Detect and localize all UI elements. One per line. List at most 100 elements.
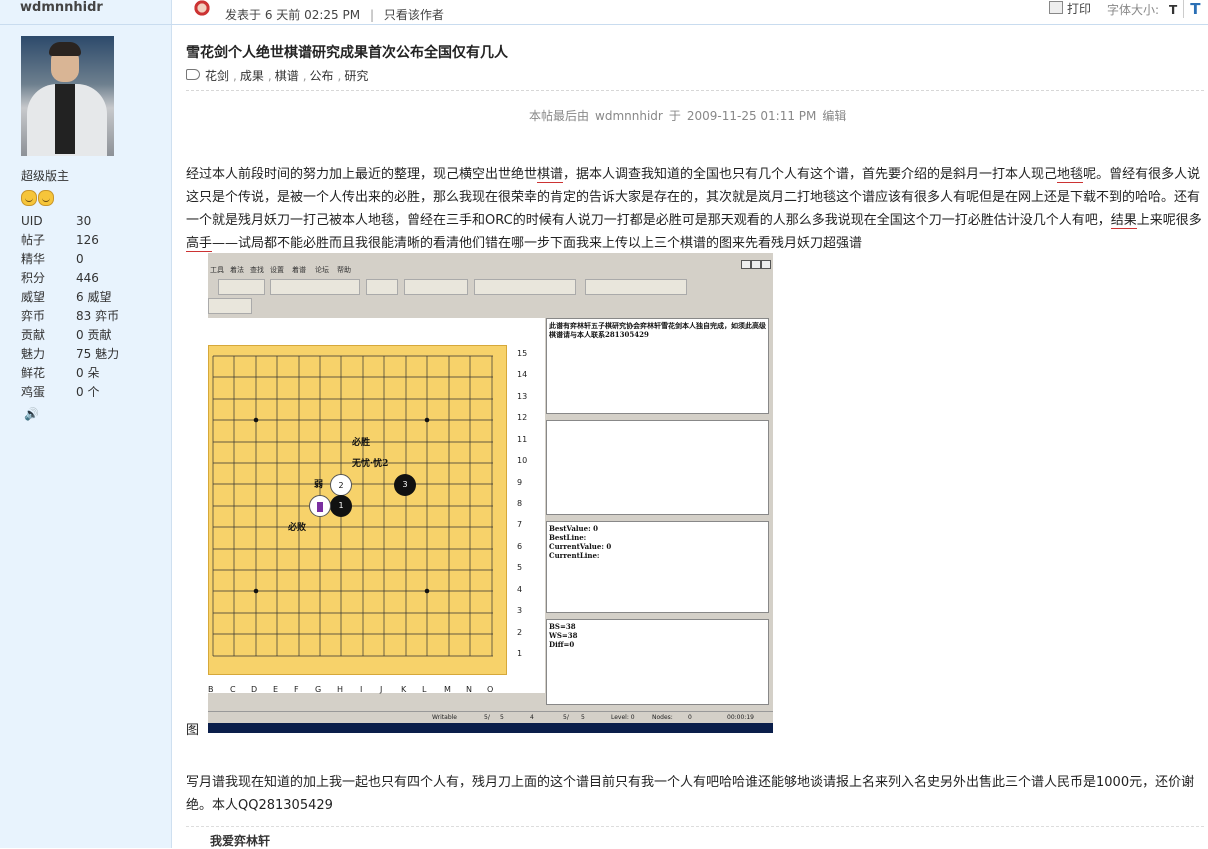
stat-row: 威望 6 威望 (21, 288, 119, 307)
status-field: 0 (688, 714, 692, 721)
row-number: 8 (517, 499, 523, 508)
keyword-link[interactable]: 高手 (186, 236, 213, 252)
column-letter: F (294, 685, 299, 694)
column-letter: L (422, 685, 427, 694)
status-field: Level: 0 (611, 714, 635, 721)
body-text: ——试局都不能必胜而且我很能清晰的看清他们错在哪一步下面我来上传以上三个棋谱的图… (212, 236, 863, 251)
board-grid (212, 355, 493, 657)
row-number: 5 (517, 563, 523, 572)
font-small-button[interactable]: T (1169, 3, 1177, 17)
avatar-shirt (55, 84, 75, 154)
column-letter: G (315, 685, 322, 694)
menu-item[interactable]: 着法 (230, 265, 244, 275)
column-letter: H (337, 685, 344, 694)
avatar[interactable] (21, 36, 114, 156)
stat-row: 鸡蛋 0 个 (21, 383, 119, 402)
row-number: 13 (517, 392, 528, 401)
font-size-label: 字体大小: (1107, 3, 1160, 17)
stat-value: 0 (76, 252, 84, 266)
font-size-control: 字体大小: T T (1107, 0, 1201, 18)
keyword-link[interactable]: 棋谱 (537, 167, 564, 183)
menu-item[interactable]: 着谱 (292, 265, 306, 275)
toolbar-group[interactable] (218, 279, 265, 295)
print-button[interactable]: 打印 (1049, 0, 1091, 17)
stat-value: 0 朵 (76, 366, 100, 380)
stat-row: 积分 446 (21, 269, 119, 288)
white-stone: 2 (330, 474, 352, 496)
author-sidebar: wdmnnhidr 超级版主 UID 30 帖子 126 精华 0 积分 446 威望 6… (0, 0, 172, 848)
toolbar-group[interactable] (208, 298, 252, 314)
keyword-link[interactable]: 地毯 (1057, 167, 1084, 183)
stat-row: 精华 0 (21, 250, 119, 269)
menu-item[interactable]: 设置 (270, 265, 284, 275)
column-letter: O (487, 685, 494, 694)
toolbar-group[interactable] (404, 279, 468, 295)
annotation-lose: 必败 (288, 523, 307, 533)
annotation-weak: 弱 (314, 480, 324, 490)
author-username[interactable]: wdmnnhidr (20, 0, 103, 15)
analysis-line: CurrentValue: 0 (549, 542, 612, 551)
tag-link[interactable]: 棋谱 (275, 69, 299, 83)
body-text: 经过本人前段时间的努力加上最近的整理，现己横空出世绝世 (186, 167, 538, 182)
column-letter: E (273, 685, 279, 694)
stat-row: UID 30 (21, 212, 119, 231)
white-stone-marked (309, 495, 331, 517)
edit-note-time: 2009-11-25 01:11 PM (686, 109, 817, 123)
row-number: 4 (517, 585, 523, 594)
image-label: 图 (186, 723, 200, 738)
author-stats: UID 30 帖子 126 精华 0 积分 446 威望 6 威望 弈币 83 弈币 贡献 0… (21, 212, 119, 402)
toolbar-group[interactable] (270, 279, 360, 295)
column-letter: M (444, 685, 451, 694)
black-stone: 1 (330, 495, 352, 517)
gomoku-board[interactable]: 2 1 3 必胜 无忧·忧2 必败 弱 (208, 345, 507, 675)
toolbar-group[interactable] (585, 279, 687, 295)
score-panel[interactable]: BS=38 WS=38 Diff=0 (546, 619, 769, 705)
cursor-marker-icon (317, 501, 323, 512)
black-stone: 3 (394, 474, 416, 496)
toolbar-group[interactable] (474, 279, 576, 295)
tag-separator: , (233, 69, 237, 83)
stat-row: 帖子 126 (21, 231, 119, 250)
column-letter: K (401, 685, 407, 694)
divider (186, 826, 1204, 827)
status-field: 5/ (563, 714, 569, 721)
post-header: 发表于 6 天前 02:25 PM | 只看该作者 打印 字体大小: T T (171, 0, 1208, 25)
row-number: 11 (517, 435, 528, 444)
toolbar-group[interactable] (366, 279, 398, 295)
menu-item[interactable]: 论坛 (315, 265, 329, 275)
rank-stars (21, 190, 55, 210)
printer-icon (1049, 1, 1063, 14)
row-number: 9 (517, 478, 523, 487)
column-letter: N (466, 685, 472, 694)
tag-link[interactable]: 成果 (240, 69, 264, 83)
empty-panel[interactable] (546, 420, 769, 515)
stat-key: 精华 (21, 252, 46, 266)
keyword-link[interactable]: 结果 (1110, 213, 1137, 229)
online-status-icon (193, 0, 211, 20)
edit-note-suffix: 编辑 (822, 109, 847, 123)
smiley-icon (38, 190, 54, 206)
gomoku-screenshot[interactable]: 工具 着法 查找 设置 着谱 论坛 帮助 2 1 3 必胜 无忧·忧2 必败 弱… (208, 253, 773, 733)
annotation-win: 必胜 (352, 438, 371, 448)
tag-link[interactable]: 研究 (344, 69, 368, 83)
tag-separator: , (302, 69, 307, 83)
font-large-button[interactable]: T (1183, 0, 1201, 18)
stat-key: 弈币 (21, 309, 46, 323)
menu-item[interactable]: 查找 (250, 265, 264, 275)
edit-note-prefix: 本帖最后由 (529, 109, 590, 123)
author-only-link[interactable]: 只看该作者 (384, 8, 444, 22)
stat-key: 鸡蛋 (21, 385, 46, 399)
tag-link[interactable]: 花剑 (205, 69, 229, 83)
stat-value: 6 威望 (76, 290, 112, 304)
menu-item[interactable]: 帮助 (337, 265, 351, 275)
analysis-line: CurrentLine: (549, 551, 600, 560)
body-text: 地毯 (810, 190, 837, 205)
analysis-panel[interactable]: BestValue: 0 BestLine: CurrentValue: 0 C… (546, 521, 769, 613)
share-icon[interactable]: 🔊 (24, 407, 39, 421)
menu-item[interactable]: 工具 (210, 265, 224, 275)
board-area: 2 1 3 必胜 无忧·忧2 必败 弱 15 14 13 12 11 10 9 … (208, 318, 545, 693)
comment-panel[interactable]: 此谱有弈林轩五子棋研究协会弈林轩雪花剑本人独自完成，如须此高级棋谱请与本人联系2… (546, 318, 769, 414)
tag-separator: , (267, 69, 272, 83)
row-number: 3 (517, 606, 523, 615)
tag-link[interactable]: 公布 (310, 69, 334, 83)
